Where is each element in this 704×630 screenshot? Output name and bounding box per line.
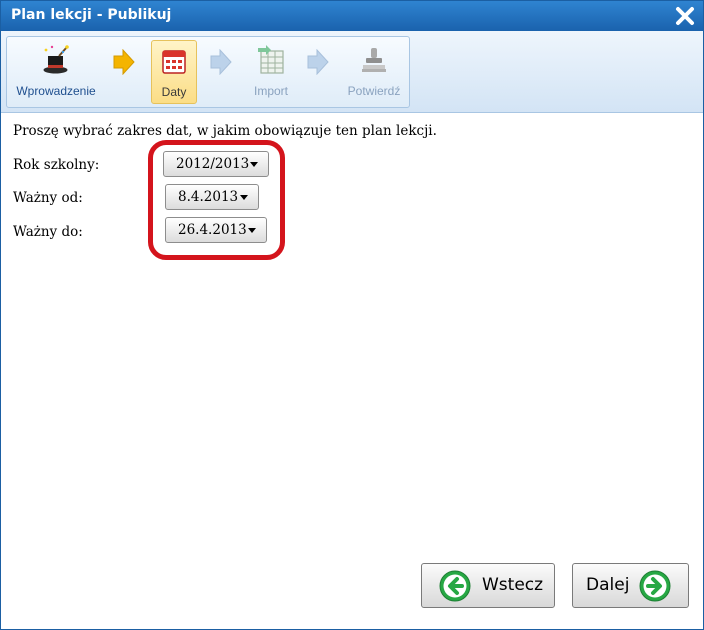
step-daty[interactable]: Daty (151, 40, 197, 104)
magic-hat-icon (43, 45, 69, 74)
window-title: Plan lekcji - Publikuj (11, 7, 172, 23)
arrow-right-circle-icon (639, 570, 671, 602)
step-label: Import (253, 84, 288, 98)
step-label: Daty (161, 85, 187, 99)
wizard-header: Wprowadzenie Daty Import Potwierdź (1, 31, 703, 113)
back-button[interactable]: Wstecz (421, 563, 555, 608)
wizard-steps: Wprowadzenie Daty Import Potwierdź (6, 36, 410, 108)
date-form: Proszę wybrać zakres dat, w jakim obowią… (1, 114, 703, 629)
next-button[interactable]: Dalej (572, 563, 689, 608)
instruction-text: Proszę wybrać zakres dat, w jakim obowią… (13, 123, 437, 139)
step-label: Potwierdź (347, 84, 401, 98)
arrow-right-icon (113, 49, 135, 75)
back-button-label: Wstecz (482, 575, 544, 595)
chevron-down-icon (240, 195, 248, 200)
arrow-right-icon (210, 49, 232, 75)
spreadsheet-icon (258, 45, 284, 74)
stamp-icon (362, 48, 386, 72)
school-year-label: Rok szkolny: (13, 157, 100, 173)
valid-from-label: Ważny od: (13, 190, 83, 206)
valid-from-select[interactable]: 8.4.2013 (165, 184, 259, 210)
step-import[interactable]: Import (243, 40, 299, 104)
step-wprowadzenie[interactable]: Wprowadzenie (11, 40, 101, 104)
valid-to-label: Ważny do: (13, 224, 83, 240)
title-bar: Plan lekcji - Publikuj (1, 1, 703, 31)
next-button-label: Dalej (586, 575, 630, 595)
calendar-icon (162, 50, 186, 74)
close-icon[interactable] (673, 4, 697, 28)
step-label: Wprowadzenie (16, 84, 96, 98)
school-year-select[interactable]: 2012/2013 (163, 151, 269, 177)
chevron-down-icon (248, 228, 256, 233)
arrow-left-circle-icon (439, 570, 471, 602)
step-potwierdz[interactable]: Potwierdź (341, 40, 407, 104)
chevron-down-icon (250, 162, 258, 167)
school-year-value: 2012/2013 (176, 156, 250, 172)
arrow-right-icon (307, 49, 329, 75)
valid-from-value: 8.4.2013 (178, 189, 239, 205)
valid-to-value: 26.4.2013 (178, 222, 247, 238)
valid-to-select[interactable]: 26.4.2013 (165, 217, 267, 243)
publish-dialog: Plan lekcji - Publikuj Wprowadzenie Daty… (0, 0, 704, 630)
